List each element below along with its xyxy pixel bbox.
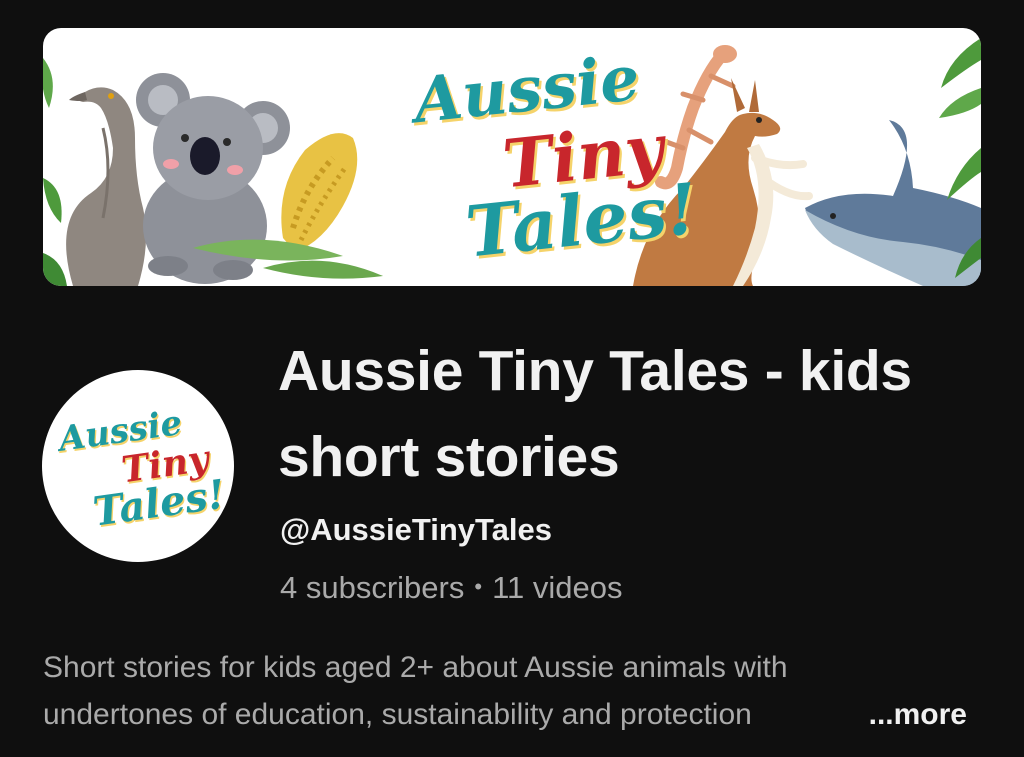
more-button[interactable]: ...more <box>862 691 967 738</box>
subscriber-count: 4 subscribers <box>280 570 465 605</box>
channel-avatar[interactable]: Aussie Tiny Tales! <box>42 370 234 562</box>
channel-stats: 4 subscribers • 11 videos <box>280 567 622 608</box>
description-line-2: undertones of education, sustainability … <box>43 698 752 731</box>
emu-illustration <box>66 87 147 286</box>
channel-banner[interactable]: Aussie Tiny Tales! <box>43 28 981 286</box>
channel-description[interactable]: Short stories for kids aged 2+ about Aus… <box>43 644 983 738</box>
description-line-2-row: undertones of education, sustainability … <box>43 691 983 738</box>
description-line-1: Short stories for kids aged 2+ about Aus… <box>43 651 788 684</box>
avatar-logo-wordmark: Aussie Tiny Tales! <box>51 390 229 551</box>
banner-wordmark-line-3: Tales! <box>461 166 702 274</box>
meta-separator: • <box>474 574 483 599</box>
stingray-illustration <box>805 120 981 286</box>
channel-title: Aussie Tiny Tales - kids short stories <box>278 339 912 489</box>
banner-logo-wordmark: Aussie Tiny Tales! <box>410 34 702 281</box>
video-count: 11 videos <box>492 570 623 605</box>
channel-handle: @AussieTinyTales <box>280 512 553 547</box>
channel-page: Aussie Tiny Tales! Aussie Tiny Tales! Au… <box>0 0 1024 757</box>
leaf-illustration <box>43 58 67 286</box>
avatar-wordmark-line-3: Tales! <box>90 470 229 536</box>
